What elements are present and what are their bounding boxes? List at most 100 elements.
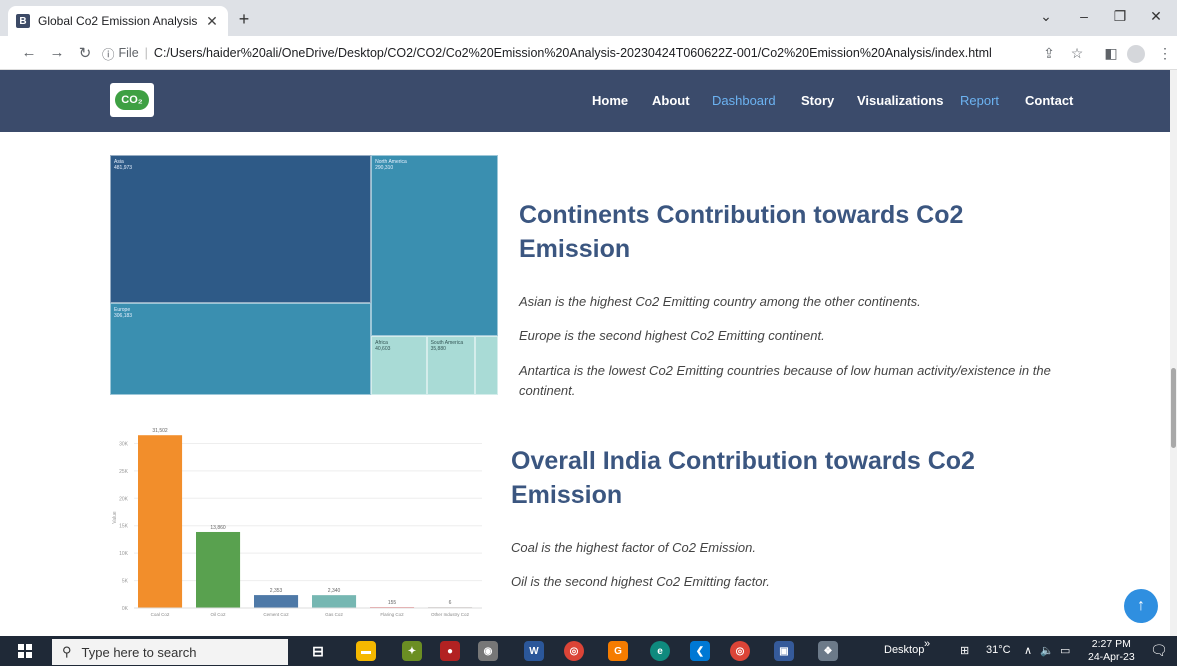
bar-value-label: 2,340	[328, 588, 341, 594]
tray-chevron-icon[interactable]: ∧	[1024, 644, 1032, 657]
nav-contact[interactable]: Contact	[1025, 93, 1073, 108]
app-icon-4[interactable]: G	[608, 641, 628, 661]
app-icon-6[interactable]: ❖	[818, 641, 838, 661]
weather-icon[interactable]: ⊞	[960, 644, 969, 657]
india-paragraph-2: Oil is the second highest Co2 Emitting f…	[511, 574, 770, 589]
search-icon: ⚲	[62, 644, 72, 659]
y-tick-label: 10K	[119, 551, 129, 557]
menu-kebab-icon[interactable]: ⋮	[1156, 45, 1174, 62]
bar-value-label: 6	[449, 600, 452, 606]
info-icon[interactable]: ⓘ	[102, 44, 115, 63]
vscode-icon[interactable]: ❮	[690, 641, 710, 661]
continents-paragraph-3: Antartica is the lowest Co2 Emitting cou…	[519, 363, 1051, 398]
browser-tabstrip: B Global Co2 Emission Analysis ✕ + ⌄ – ❐…	[0, 0, 1177, 36]
x-tick-label: Cement Co2	[263, 612, 289, 617]
chrome-icon-2[interactable]: ◎	[730, 641, 750, 661]
taskbar-clock[interactable]: 2:27 PM 24-Apr-23	[1088, 638, 1135, 664]
app-icon-1[interactable]: ✦	[402, 641, 422, 661]
x-tick-label: Flaring Co2	[380, 612, 404, 617]
page-scrollbar[interactable]	[1170, 70, 1177, 636]
close-tab-icon[interactable]: ✕	[204, 13, 220, 30]
task-view-icon[interactable]: ⊟	[308, 641, 328, 661]
x-tick-label: Oil Co2	[211, 612, 227, 617]
windows-taskbar: ⚲ Type here to search ⊟ ▬ ✦ ● ◉ W ◎ G e …	[0, 636, 1177, 666]
overflow-chevron-icon[interactable]: »	[924, 638, 930, 650]
new-tab-icon[interactable]: +	[234, 9, 254, 30]
volume-icon[interactable]: 🔈	[1040, 644, 1054, 657]
profile-avatar[interactable]	[1127, 45, 1145, 63]
chrome-icon-1[interactable]: ◎	[564, 641, 584, 661]
continents-heading: Continents Contribution towards Co2 Emis…	[519, 201, 964, 263]
india-factors-bar-chart: 0K 5K 10K 15K 20K 25K 30K Value 31,502 Coal Co2 13…	[112, 428, 482, 617]
restore-icon[interactable]: ❐	[1110, 8, 1130, 25]
clock-date: 24-Apr-23	[1088, 651, 1135, 663]
treemap-cell: Africa 40,603	[371, 336, 427, 395]
nav-home[interactable]: Home	[592, 93, 628, 108]
treemap-cell-label: Europe 306,183	[114, 306, 133, 319]
bar	[254, 595, 299, 608]
app-icon-2[interactable]: ●	[440, 641, 460, 661]
nav-visualizations[interactable]: Visualizations	[857, 93, 943, 108]
edge-icon[interactable]: e	[650, 641, 670, 661]
weather-temp[interactable]: 31°C	[986, 644, 1011, 656]
notifications-icon[interactable]: 🗨	[1150, 642, 1168, 659]
file-explorer-icon[interactable]: ▬	[356, 641, 376, 661]
taskbar-search-placeholder: Type here to search	[81, 644, 197, 660]
x-tick-label: Coal Co2	[151, 612, 170, 617]
treemap-cell: Asia 481,973	[110, 155, 372, 303]
windows-start-icon[interactable]	[18, 644, 32, 658]
url-scheme: File	[118, 46, 139, 60]
taskbar-search-box[interactable]: ⚲ Type here to search	[52, 639, 288, 665]
tab-search-icon[interactable]: ⌄	[1036, 8, 1056, 25]
x-tick-label: Gas Co2	[325, 612, 343, 617]
scroll-to-top-button[interactable]: ↑	[1124, 589, 1158, 623]
close-window-icon[interactable]: ✕	[1146, 8, 1166, 25]
browser-tab[interactable]: B Global Co2 Emission Analysis ✕	[8, 6, 228, 36]
share-icon[interactable]: ⇪	[1040, 45, 1058, 62]
y-tick-label: 25K	[119, 469, 129, 475]
desktop-toolbar-label[interactable]: Desktop	[884, 644, 924, 656]
treemap-cell	[475, 336, 498, 395]
favicon: B	[16, 14, 30, 28]
treemap-cell: Europe 306,183	[110, 302, 372, 395]
bar	[312, 595, 357, 608]
nav-story[interactable]: Story	[801, 93, 834, 108]
side-panel-icon[interactable]: ◧	[1102, 45, 1120, 62]
url-separator: |	[144, 46, 148, 60]
india-paragraph-1: Coal is the highest factor of Co2 Emissi…	[511, 540, 756, 555]
back-icon[interactable]: ←	[20, 44, 38, 61]
word-icon[interactable]: W	[524, 641, 544, 661]
y-tick-label: 0K	[122, 606, 129, 612]
y-tick-label: 20K	[119, 496, 129, 502]
battery-icon[interactable]: ▭	[1060, 644, 1070, 657]
y-tick-label: 30K	[119, 441, 129, 447]
nav-report[interactable]: Report	[960, 93, 999, 108]
minimize-icon[interactable]: –	[1074, 8, 1094, 24]
bar	[196, 531, 241, 608]
continents-paragraph-1: Asian is the highest Co2 Emitting countr…	[519, 294, 921, 309]
bar-value-label: 31,502	[152, 428, 168, 434]
browser-toolbar: ← → ↻ ⓘ File | C:/Users/haider%20ali/One…	[0, 36, 1177, 70]
bar-value-label: 13,860	[210, 525, 226, 531]
site-logo[interactable]: CO₂	[110, 83, 154, 117]
site-navbar: CO₂ Home About Dashboard Story Visualiza…	[0, 70, 1170, 132]
scrollbar-thumb[interactable]	[1171, 368, 1176, 448]
reload-icon[interactable]: ↻	[76, 44, 94, 62]
bar-value-label: 2,353	[270, 588, 283, 594]
app-icon-3[interactable]: ◉	[478, 641, 498, 661]
address-bar[interactable]: ⓘ File | C:/Users/haider%20ali/OneDrive/…	[102, 41, 1032, 65]
x-tick-label: Other Industry Co2	[431, 612, 470, 617]
bar	[138, 435, 183, 608]
india-heading: Overall India Contribution towards Co2 E…	[511, 447, 975, 509]
nav-about[interactable]: About	[652, 93, 690, 108]
treemap-cell-label: Asia 481,973	[114, 159, 133, 171]
bookmark-star-icon[interactable]: ☆	[1068, 45, 1086, 62]
treemap-cell-label: Africa 40,603	[375, 340, 391, 353]
bar-value-label: 155	[388, 600, 397, 606]
app-icon-5[interactable]: ▣	[774, 641, 794, 661]
y-tick-label: 5K	[122, 579, 129, 585]
forward-icon[interactable]: →	[48, 44, 66, 61]
nav-dashboard[interactable]: Dashboard	[712, 93, 776, 108]
treemap-cell-label: South America 35,880	[430, 340, 464, 353]
treemap-cell-label: North America 290,310	[375, 159, 407, 171]
